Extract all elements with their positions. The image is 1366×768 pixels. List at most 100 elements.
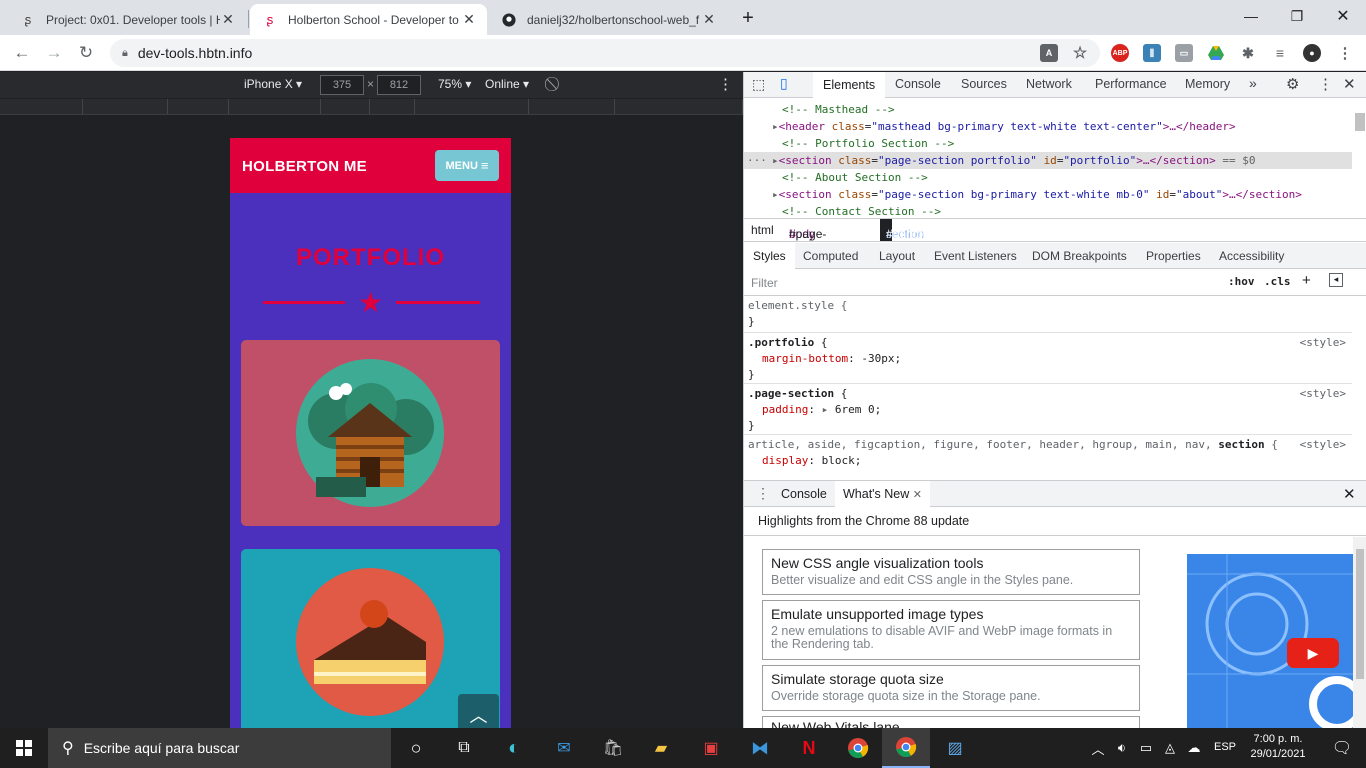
bookmark-star-icon[interactable]: ☆ (1071, 44, 1089, 62)
more-actions-icon[interactable]: ··· (747, 152, 767, 169)
forward-button[interactable]: → (40, 40, 68, 66)
volume-icon[interactable]: 🔉︎ (1110, 728, 1134, 768)
close-drawer-icon[interactable]: ✕ (1343, 485, 1356, 503)
close-tab-icon[interactable]: ✕ (461, 11, 477, 28)
menu-button[interactable]: MENU ≡ (435, 150, 499, 181)
filter-input[interactable]: Filter (751, 276, 778, 290)
youtube-play-icon[interactable]: ▶ (1287, 638, 1339, 668)
netflix-icon[interactable]: N (785, 728, 833, 768)
tab-console[interactable]: Console (895, 77, 941, 91)
photos-icon[interactable]: ▨ (931, 728, 979, 768)
chrome-menu-icon[interactable]: ⋮ (1336, 44, 1354, 62)
browser-tab[interactable]: ʂ Project: 0x01. Developer tools | H ✕ (8, 4, 246, 35)
vscode-icon[interactable]: ⧓ (736, 728, 784, 768)
taskbar-search-box[interactable]: ⚲ Escribe aquí para buscar (48, 728, 391, 768)
hov-toggle[interactable]: :hov (1228, 275, 1255, 288)
address-bar[interactable]: 🔒︎ dev-tools.hbtn.info (110, 39, 1100, 67)
task-view-icon[interactable]: ⧉ (440, 728, 488, 768)
network-icon[interactable]: ◬ (1158, 728, 1182, 768)
minimize-window-button[interactable]: — (1228, 0, 1274, 32)
extension-chart-icon[interactable]: ⫼ (1143, 44, 1161, 62)
rule-selector[interactable]: element.style { (748, 298, 847, 314)
portfolio-item-cabin[interactable] (241, 340, 500, 526)
breadcrumb-html[interactable]: html (751, 223, 774, 237)
network-throttle-select[interactable]: Online ▾ (485, 77, 529, 91)
back-button[interactable]: ← (8, 40, 36, 66)
chrome-active-icon[interactable] (882, 728, 930, 768)
breadcrumb-section[interactable]: section#portfolio.page-section.portfolio (880, 219, 970, 263)
dom-node-header[interactable]: ▸<header class="masthead bg-primary text… (744, 118, 1352, 135)
new-tab-button[interactable]: + (735, 2, 761, 34)
rule-declaration[interactable]: margin-bottom: -30px; (762, 351, 901, 367)
media-control-icon[interactable]: ≡ (1271, 44, 1289, 62)
taskbar-clock[interactable]: 7:00 p. m. 29/01/2021 (1246, 732, 1310, 762)
tab-elements[interactable]: Elements (813, 72, 886, 98)
inspect-element-icon[interactable]: ⬚ (752, 76, 765, 93)
rule-selector[interactable]: .page-section (748, 387, 834, 400)
rule-source[interactable]: <style> (1300, 335, 1346, 351)
mail-icon[interactable]: ✉ (540, 728, 588, 768)
whats-new-item[interactable]: Simulate storage quota size Override sto… (762, 665, 1140, 711)
cortana-icon[interactable]: ○ (392, 728, 440, 768)
subtab-properties[interactable]: Properties (1146, 249, 1201, 263)
close-devtools-icon[interactable]: ✕ (1343, 75, 1356, 93)
toggle-sidebar-icon[interactable]: ◂ (1329, 273, 1343, 287)
drawer-scrollbar-track[interactable] (1353, 537, 1366, 729)
zoom-select[interactable]: 75% ▾ (438, 77, 471, 91)
drawer-tab-whats-new[interactable]: What's New ✕ (835, 481, 930, 507)
lock-icon[interactable]: 🔒︎ (122, 47, 128, 60)
device-toolbar-more-icon[interactable]: ⋮ (718, 75, 733, 93)
subtab-styles[interactable]: Styles (744, 243, 795, 269)
drawer-scrollbar-thumb[interactable] (1356, 549, 1364, 679)
gift-app-icon[interactable]: ▣ (687, 728, 735, 768)
rule-declaration[interactable]: padding: ▸ 6rem 0; (762, 402, 881, 418)
cls-toggle[interactable]: .cls (1264, 275, 1291, 288)
close-tab-icon[interactable]: ✕ (913, 489, 922, 501)
close-window-button[interactable]: ✕ (1320, 0, 1366, 32)
chrome-icon[interactable] (834, 728, 882, 768)
close-tab-icon[interactable]: ✕ (701, 11, 717, 28)
subtab-dom-breakpoints[interactable]: DOM Breakpoints (1032, 249, 1127, 263)
dom-scrollbar[interactable] (1355, 113, 1365, 131)
viewport-height-input[interactable]: 812 (377, 75, 421, 95)
adblock-plus-icon[interactable]: ABP (1111, 44, 1129, 62)
profile-avatar[interactable]: ● (1303, 44, 1321, 62)
subtab-computed[interactable]: Computed (803, 249, 858, 263)
reload-button[interactable]: ↻ (72, 40, 100, 66)
extension-doc-icon[interactable]: ▭ (1175, 44, 1193, 62)
more-tabs-icon[interactable]: » (1249, 75, 1257, 91)
tab-sources[interactable]: Sources (961, 77, 1007, 91)
rule-source[interactable]: <style> (1300, 437, 1346, 453)
dom-node-comment[interactable]: <!-- About Section --> (744, 169, 1352, 186)
close-tab-icon[interactable]: ✕ (220, 11, 236, 28)
tab-network[interactable]: Network (1026, 77, 1072, 91)
extensions-puzzle-icon[interactable]: ✱ (1239, 44, 1257, 62)
subtab-layout[interactable]: Layout (879, 249, 915, 263)
device-select[interactable]: iPhone X ▾ (244, 77, 302, 91)
google-drive-icon[interactable] (1207, 44, 1225, 62)
expand-triangle-icon[interactable]: ▸ (772, 188, 779, 201)
expand-triangle-icon[interactable]: ▸ (772, 120, 779, 133)
new-rule-icon[interactable]: + (1302, 272, 1311, 289)
devtools-menu-icon[interactable]: ⋮ (1318, 75, 1333, 93)
rule-declaration[interactable]: display: block; (762, 453, 861, 467)
site-brand[interactable]: HOLBERTON ME (242, 158, 367, 175)
notifications-icon[interactable]: 🗨︎ (1318, 728, 1366, 768)
store-icon[interactable]: 🛍︎ (589, 728, 637, 768)
browser-tab[interactable]: danielj32/holbertonschool-web_f ✕ (489, 4, 727, 35)
expand-shorthand-icon[interactable]: ▸ (822, 403, 829, 416)
tab-memory[interactable]: Memory (1185, 77, 1230, 91)
scroll-to-top-button[interactable]: ︿ (458, 694, 499, 728)
drawer-tab-console[interactable]: Console (781, 487, 827, 501)
media-query-ruler[interactable] (0, 99, 743, 115)
expand-triangle-icon[interactable]: ▸ (772, 154, 779, 167)
dom-node-comment[interactable]: <!-- Portfolio Section --> (744, 135, 1352, 152)
cloud-icon[interactable]: ☁ (1182, 728, 1206, 768)
file-explorer-icon[interactable]: ▰ (637, 728, 685, 768)
dom-node-comment[interactable]: <!-- Contact Section --> (744, 203, 1352, 217)
drawer-menu-icon[interactable]: ⋮ (756, 485, 770, 502)
battery-icon[interactable]: ▭ (1134, 728, 1158, 768)
browser-tab-active[interactable]: ʂ Holberton School - Developer to ✕ (250, 4, 487, 35)
translate-icon[interactable]: A (1040, 44, 1058, 62)
dom-node-section-selected[interactable]: ··· ▸<section class="page-section portfol… (744, 152, 1352, 169)
